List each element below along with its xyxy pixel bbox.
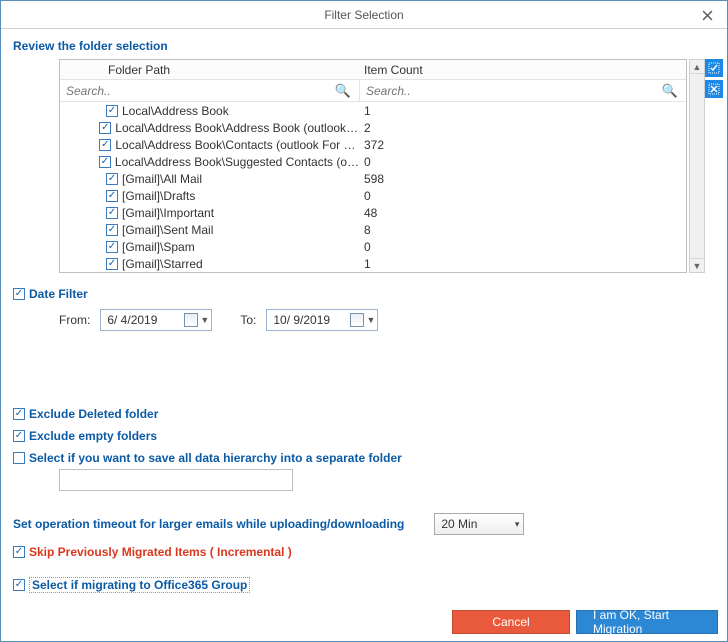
row-item-count: 372 (360, 138, 686, 152)
from-label: From: (59, 313, 90, 327)
date-range-row: From: 6/ 4/2019 ▼ To: 10/ 9/2019 ▼ (59, 309, 715, 331)
office365-group-checkbox[interactable] (13, 579, 25, 591)
hierarchy-folder-input[interactable] (59, 469, 293, 491)
review-heading: Review the folder selection (13, 39, 715, 53)
row-checkbox[interactable] (99, 122, 111, 134)
exclude-empty-label: Exclude empty folders (29, 429, 157, 443)
to-label: To: (240, 313, 256, 327)
row-folder-path: [Gmail]\Sent Mail (122, 223, 213, 237)
row-item-count: 48 (360, 206, 686, 220)
row-checkbox[interactable] (106, 190, 118, 202)
table-row[interactable]: [Gmail]\Spam 0 (60, 238, 686, 255)
from-date-value: 6/ 4/2019 (107, 313, 157, 327)
save-hierarchy-label: Select if you want to save all data hier… (29, 451, 402, 465)
row-item-count: 0 (360, 240, 686, 254)
timeout-combobox[interactable]: 20 Min ▾ (434, 513, 524, 535)
table-row[interactable]: Local\Address Book 1 (60, 102, 686, 119)
window-title: Filter Selection (1, 8, 727, 22)
cancel-button[interactable]: Cancel (452, 610, 570, 634)
row-folder-path: Local\Address Book (122, 104, 229, 118)
row-folder-path: [Gmail]\Important (122, 206, 214, 220)
titlebar: Filter Selection (1, 1, 727, 29)
table-row[interactable]: [Gmail]\Sent Mail 8 (60, 221, 686, 238)
date-filter-checkbox[interactable] (13, 288, 25, 300)
calendar-icon (350, 313, 364, 327)
save-hierarchy-checkbox[interactable] (13, 452, 25, 464)
timeout-label: Set operation timeout for larger emails … (13, 517, 404, 531)
row-item-count: 0 (360, 189, 686, 203)
skip-migrated-label: Skip Previously Migrated Items ( Increme… (29, 545, 292, 559)
date-filter-label: Date Filter (29, 287, 88, 301)
vertical-scrollbar[interactable]: ▲ ▼ (689, 59, 705, 273)
search-icon[interactable]: 🔍 (331, 83, 355, 99)
from-date-picker[interactable]: 6/ 4/2019 ▼ (100, 309, 212, 331)
header-item-count[interactable]: Item Count (360, 63, 686, 77)
row-checkbox[interactable] (106, 241, 118, 253)
header-folder-path[interactable]: Folder Path (60, 63, 360, 77)
row-checkbox[interactable] (106, 105, 118, 117)
close-icon (702, 10, 713, 21)
search-folder-input[interactable] (64, 83, 331, 99)
table-search-row: 🔍 🔍 (60, 80, 686, 102)
table-row[interactable]: [Gmail]\Important 48 (60, 204, 686, 221)
dialog-footer: Cancel I am OK, Start Migration (452, 610, 718, 634)
timeout-value: 20 Min (441, 517, 477, 531)
start-migration-button[interactable]: I am OK, Start Migration (576, 610, 718, 634)
row-checkbox[interactable] (106, 207, 118, 219)
row-checkbox[interactable] (99, 156, 111, 168)
scroll-down-icon[interactable]: ▼ (690, 258, 704, 272)
row-checkbox[interactable] (106, 173, 118, 185)
row-checkbox[interactable] (99, 139, 111, 151)
calendar-icon (184, 313, 198, 327)
row-folder-path: [Gmail]\Drafts (122, 189, 195, 203)
table-row[interactable]: [Gmail]\Starred 1 (60, 255, 686, 272)
row-folder-path: [Gmail]\All Mail (122, 172, 202, 186)
select-all-button[interactable] (705, 59, 723, 77)
chevron-down-icon: ▾ (515, 519, 520, 530)
row-item-count: 1 (360, 104, 686, 118)
row-folder-path: Local\Address Book\Address Book (outlook… (115, 121, 360, 135)
row-item-count: 0 (360, 155, 686, 169)
row-item-count: 8 (360, 223, 686, 237)
table-row[interactable]: Local\Address Book\Address Book (outlook… (60, 119, 686, 136)
row-item-count: 598 (360, 172, 686, 186)
row-checkbox[interactable] (106, 258, 118, 270)
table-header-row: Folder Path Item Count (60, 60, 686, 80)
to-date-value: 10/ 9/2019 (273, 313, 330, 327)
row-checkbox[interactable] (106, 224, 118, 236)
table-row[interactable]: Local\Address Book\Contacts (outlook For… (60, 136, 686, 153)
close-button[interactable] (687, 1, 727, 29)
to-date-picker[interactable]: 10/ 9/2019 ▼ (266, 309, 378, 331)
exclude-empty-checkbox[interactable] (13, 430, 25, 442)
select-none-button[interactable] (705, 80, 723, 98)
row-folder-path: Local\Address Book\Contacts (outlook For… (115, 138, 360, 152)
scroll-up-icon[interactable]: ▲ (690, 60, 704, 74)
table-row[interactable]: [Gmail]\Drafts 0 (60, 187, 686, 204)
row-item-count: 1 (360, 257, 686, 271)
folder-table: Folder Path Item Count 🔍 🔍 Local\Address… (59, 59, 687, 273)
office365-group-label: Select if migrating to Office365 Group (29, 577, 250, 593)
chevron-down-icon: ▼ (366, 315, 375, 325)
chevron-down-icon: ▼ (200, 315, 209, 325)
row-item-count: 2 (360, 121, 686, 135)
exclude-deleted-label: Exclude Deleted folder (29, 407, 158, 421)
row-folder-path: [Gmail]\Spam (122, 240, 195, 254)
search-icon[interactable]: 🔍 (658, 83, 682, 99)
skip-migrated-checkbox[interactable] (13, 546, 25, 558)
table-row[interactable]: Local\Address Book\Suggested Contacts (o… (60, 153, 686, 170)
row-folder-path: [Gmail]\Starred (122, 257, 203, 271)
exclude-deleted-checkbox[interactable] (13, 408, 25, 420)
table-row[interactable]: [Gmail]\All Mail 598 (60, 170, 686, 187)
search-count-input[interactable] (364, 83, 658, 99)
row-folder-path: Local\Address Book\Suggested Contacts (o… (115, 155, 360, 169)
